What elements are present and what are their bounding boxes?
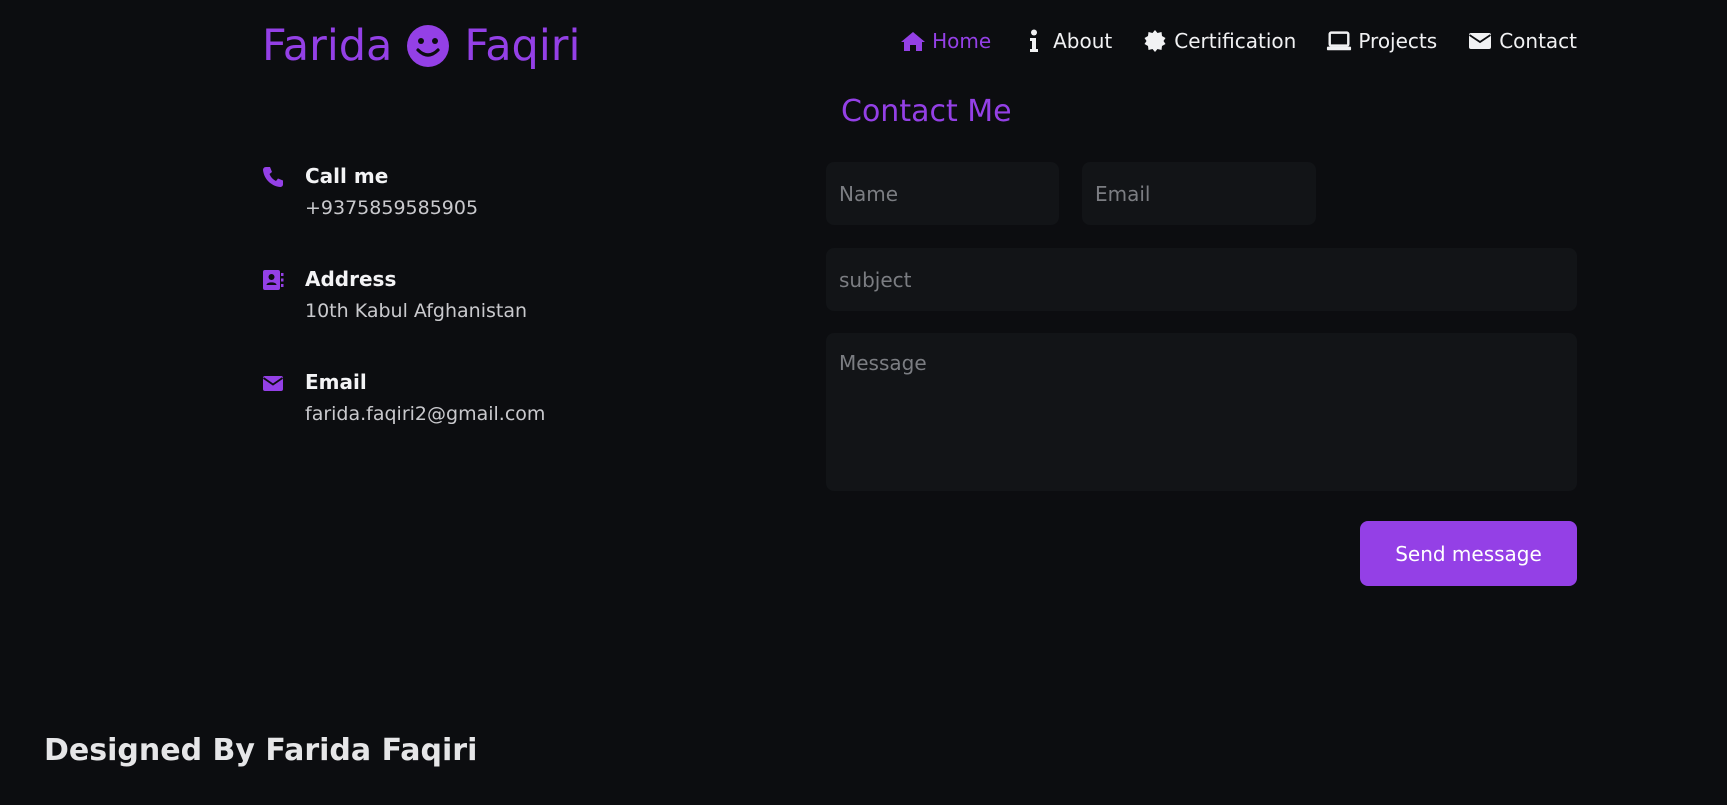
message-field[interactable] (826, 333, 1577, 491)
nav-home-label: Home (932, 29, 992, 53)
info-icon (1021, 28, 1047, 54)
name-field[interactable] (826, 162, 1059, 225)
contact-title: Contact Me (841, 94, 1012, 129)
subject-field[interactable] (826, 248, 1577, 311)
main-nav: Home About Certification Projects Contac… (900, 28, 1577, 54)
envelope-icon (1467, 28, 1493, 54)
site-logo[interactable]: Farida Faqiri (262, 18, 580, 74)
address-label: Address (305, 267, 397, 291)
send-message-button[interactable]: Send message (1360, 521, 1577, 586)
nav-about[interactable]: About (1021, 28, 1112, 54)
email-value: farida.faqiri2@gmail.com (305, 403, 546, 425)
nav-contact[interactable]: Contact (1467, 28, 1577, 54)
nav-contact-label: Contact (1499, 29, 1577, 53)
footer-credit: Designed By Farida Faqiri (44, 733, 478, 768)
envelope-icon (262, 372, 284, 394)
nav-projects-label: Projects (1358, 29, 1438, 53)
phone-label: Call me (305, 164, 389, 188)
address-value: 10th Kabul Afghanistan (305, 300, 528, 322)
nav-home[interactable]: Home (900, 28, 991, 54)
nav-certification[interactable]: Certification (1142, 28, 1296, 54)
certificate-icon (1142, 28, 1168, 54)
email-field[interactable] (1082, 162, 1316, 225)
phone-value: +9375859585905 (305, 197, 479, 219)
phone-icon (262, 166, 284, 188)
address-book-icon (262, 269, 284, 291)
site-header: Farida Faqiri Home About Certification P… (262, 18, 1577, 74)
smiley-icon (406, 24, 450, 68)
logo-first-name: Farida (262, 21, 393, 71)
email-label: Email (305, 370, 367, 394)
logo-last-name: Faqiri (464, 21, 581, 71)
nav-about-label: About (1053, 29, 1113, 53)
home-icon (900, 28, 926, 54)
laptop-icon (1326, 28, 1352, 54)
nav-projects[interactable]: Projects (1326, 28, 1437, 54)
nav-certification-label: Certification (1174, 29, 1297, 53)
